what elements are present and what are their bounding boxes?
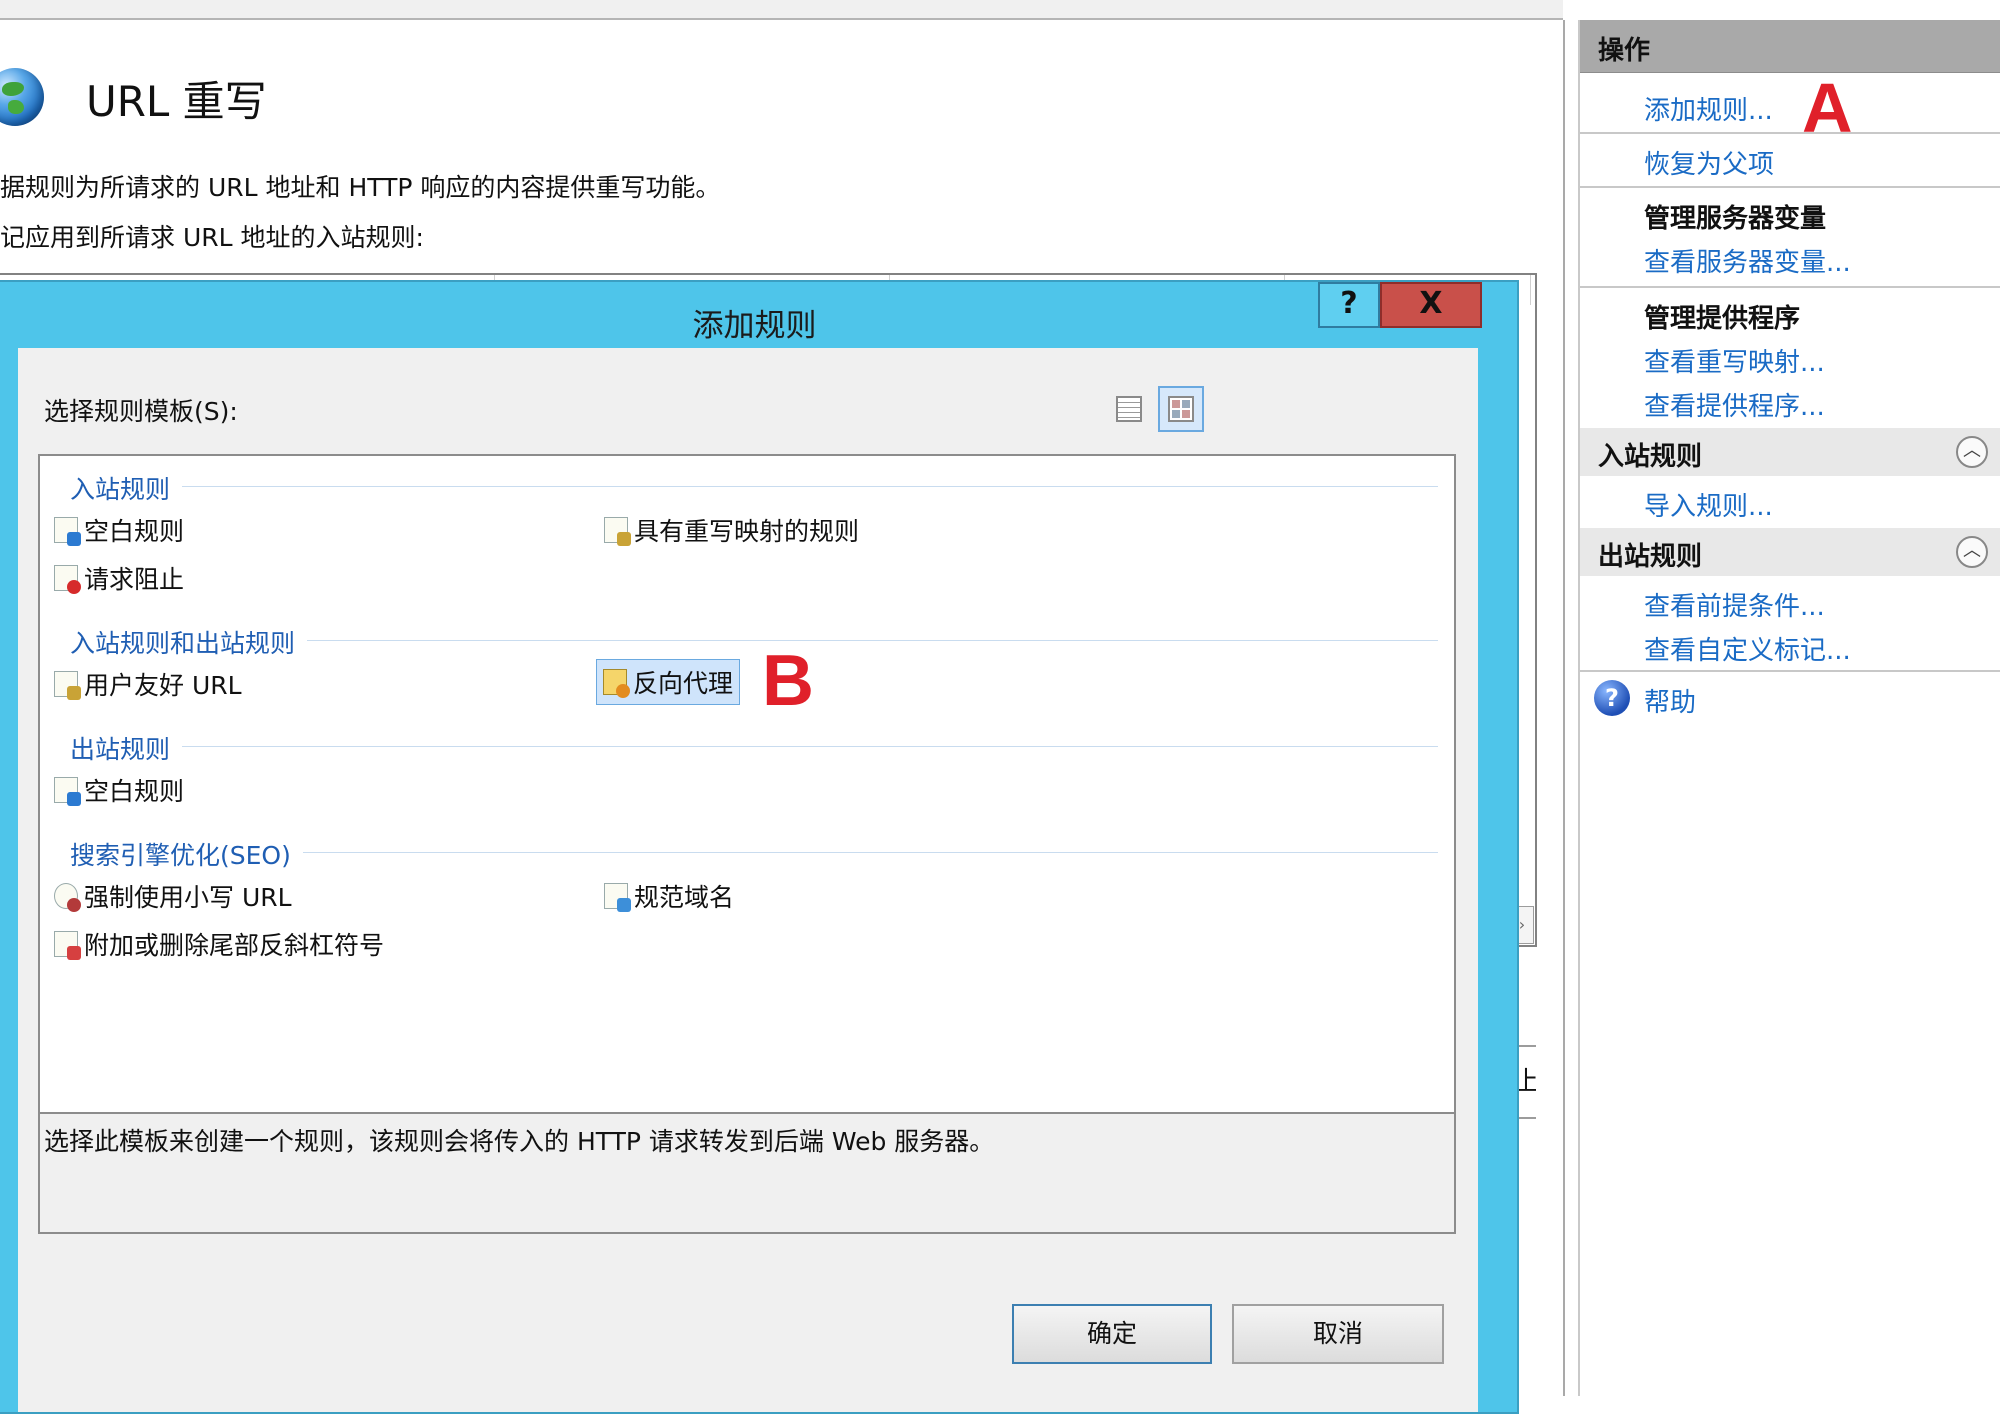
outbound-rules-section-title: 出站规则	[1598, 542, 1703, 572]
template-description-box: 选择此模板来创建一个规则，该规则会将传入的 HTTP 请求转发到后端 Web 服…	[38, 1114, 1456, 1234]
template-select-label: 选择规则模板(S):	[44, 397, 238, 426]
template-label: 请求阻止	[84, 565, 185, 594]
canonical-domain-icon	[604, 883, 631, 912]
actions-pane: 操作 添加规则... A 恢复为父项 管理服务器变量 查看服务器变量... 管理…	[1578, 20, 2000, 1396]
view-providers-link[interactable]: 查看提供程序...	[1644, 386, 1825, 423]
details-view-icon	[1116, 396, 1142, 422]
blank-outbound-rule-icon	[54, 777, 81, 806]
marker-a: A	[1802, 69, 1853, 147]
window-top-strip	[0, 0, 1563, 20]
template-label: 具有重写映射的规则	[634, 517, 860, 546]
template-blank-inbound-rule[interactable]: 空白规则	[54, 512, 184, 548]
details-view-button[interactable]	[1106, 386, 1152, 432]
template-append-remove-trailing-slash[interactable]: 附加或删除尾部反斜杠符号	[54, 926, 384, 962]
import-rules-link[interactable]: 导入规则...	[1644, 486, 1773, 523]
rule-template-list[interactable]: 入站规则 空白规则 具有重写映射的规则 请求阻止 入站规则和出站规则 用户友好 …	[38, 454, 1456, 1114]
tiles-view-button[interactable]	[1158, 386, 1204, 432]
view-rewrite-maps-link[interactable]: 查看重写映射...	[1644, 342, 1825, 379]
inbound-rules-section-title: 入站规则	[1598, 442, 1703, 472]
dialog-title: 添加规则	[692, 308, 817, 344]
actions-title: 操作	[1598, 36, 1651, 66]
request-blocking-icon	[54, 565, 81, 594]
tiles-view-icon	[1168, 396, 1194, 422]
help-link[interactable]: 帮助	[1644, 682, 1696, 719]
dialog-body: 选择规则模板(S): 入站规则 空白规则 具有重写映射的规则 请求阻止 入站规则…	[18, 348, 1478, 1412]
outbound-rules-section-header[interactable]: 出站规则 ︿	[1580, 528, 2000, 576]
revert-to-parent-link[interactable]: 恢复为父项	[1644, 144, 1774, 181]
blank-rule-icon	[54, 517, 81, 546]
template-label: 规范域名	[634, 883, 735, 912]
group-title-inbound: 入站规则	[70, 470, 183, 506]
group-title-inbound-outbound: 入站规则和出站规则	[70, 624, 308, 660]
template-label: 强制使用小写 URL	[84, 883, 292, 912]
collapse-chevron-icon[interactable]: ︿	[1956, 536, 1988, 568]
template-canonical-domain-name[interactable]: 规范域名	[604, 878, 734, 914]
feature-description: 据规则为所请求的 URL 地址和 HTTP 响应的内容提供重写功能。	[0, 173, 721, 202]
manage-server-variables-label: 管理服务器变量	[1644, 204, 1827, 234]
template-enforce-lowercase-url[interactable]: 强制使用小写 URL	[54, 878, 292, 914]
template-label: 附加或删除尾部反斜杠符号	[84, 931, 385, 960]
group-title-seo: 搜索引擎优化(SEO)	[70, 836, 303, 872]
template-description: 选择此模板来创建一个规则，该规则会将传入的 HTTP 请求转发到后端 Web 服…	[44, 1127, 995, 1156]
add-rule-dialog: 添加规则 ? X 选择规则模板(S): 入站规则 空白规则 具有重写映射的规则 …	[0, 280, 1519, 1414]
view-preconditions-link[interactable]: 查看前提条件...	[1644, 586, 1825, 623]
marker-b: B	[762, 641, 814, 721]
template-request-blocking[interactable]: 请求阻止	[54, 560, 184, 596]
template-label: 空白规则	[84, 517, 185, 546]
rewrite-map-rule-icon	[604, 517, 631, 546]
dialog-close-button[interactable]: X	[1380, 282, 1482, 328]
separator	[1580, 286, 2000, 288]
group-title-outbound: 出站规则	[70, 730, 183, 766]
template-user-friendly-url[interactable]: 用户友好 URL	[54, 666, 242, 702]
separator	[1580, 132, 2000, 134]
template-label: 用户友好 URL	[84, 671, 242, 700]
user-friendly-url-icon	[54, 671, 81, 700]
trailing-slash-icon	[54, 931, 81, 960]
separator	[1580, 670, 2000, 672]
add-rule-link[interactable]: 添加规则...	[1644, 90, 1773, 127]
view-server-variables-link[interactable]: 查看服务器变量...	[1644, 242, 1851, 279]
cancel-button[interactable]: 取消	[1232, 1304, 1444, 1364]
view-custom-tags-link[interactable]: 查看自定义标记...	[1644, 630, 1851, 667]
inbound-rules-section-header[interactable]: 入站规则 ︿	[1580, 428, 2000, 476]
group-divider	[70, 486, 1438, 487]
separator	[1580, 186, 2000, 188]
actions-header: 操作	[1580, 20, 2000, 73]
lowercase-url-icon	[54, 883, 81, 912]
template-label: 空白规则	[84, 777, 185, 806]
template-rule-with-rewrite-map[interactable]: 具有重写映射的规则	[604, 512, 859, 548]
template-reverse-proxy[interactable]: 反向代理	[596, 659, 741, 705]
ok-button[interactable]: 确定	[1012, 1304, 1212, 1364]
reverse-proxy-icon	[603, 669, 630, 698]
manage-providers-label: 管理提供程序	[1644, 304, 1801, 334]
collapse-chevron-icon[interactable]: ︿	[1956, 436, 1988, 468]
help-icon[interactable]: ?	[1594, 680, 1630, 716]
rules-description: 记应用到所请求 URL 地址的入站规则:	[0, 223, 424, 252]
dialog-help-button[interactable]: ?	[1318, 282, 1380, 328]
group-divider	[70, 746, 1438, 747]
url-rewrite-globe-icon	[0, 68, 44, 126]
page-title: URL 重写	[86, 77, 267, 126]
template-blank-outbound-rule[interactable]: 空白规则	[54, 772, 184, 808]
template-label: 反向代理	[633, 669, 734, 698]
